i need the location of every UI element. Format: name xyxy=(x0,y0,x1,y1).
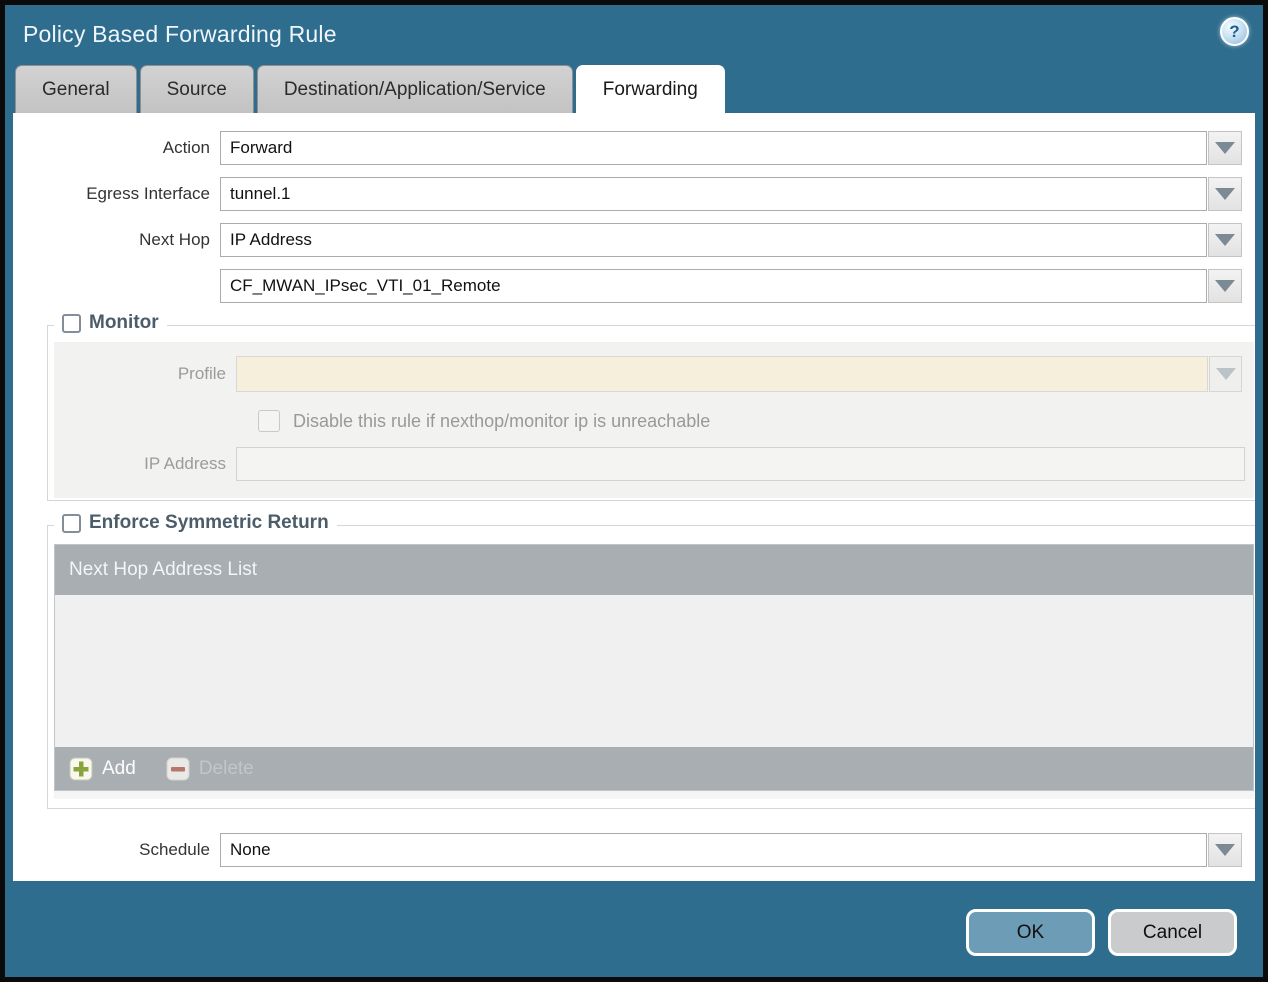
monitor-legend: Monitor xyxy=(54,312,167,334)
schedule-row: Schedule xyxy=(13,833,1255,867)
monitor-panel: Profile Disable this rule if nexthop/mon… xyxy=(54,342,1254,498)
add-button-label: Add xyxy=(102,757,136,779)
disable-rule-row: Disable this rule if nexthop/monitor ip … xyxy=(258,406,1254,436)
action-label: Action xyxy=(162,138,210,157)
next-hop-dropdown-button[interactable] xyxy=(1208,223,1242,257)
action-dropdown-button[interactable] xyxy=(1208,131,1242,165)
symmetric-return-legend: Enforce Symmetric Return xyxy=(54,512,337,534)
monitor-legend-label: Monitor xyxy=(89,312,159,333)
tab-destination-application-service[interactable]: Destination/Application/Service xyxy=(256,65,573,113)
next-hop-address-list-body[interactable] xyxy=(55,595,1253,747)
help-icon[interactable]: ? xyxy=(1220,17,1249,46)
profile-label: Profile xyxy=(177,364,226,383)
egress-interface-row: Egress Interface xyxy=(13,177,1255,211)
next-hop-address-list-toolbar: Add Delete xyxy=(55,747,1253,790)
tab-bar: General Source Destination/Application/S… xyxy=(5,63,1263,113)
dialog-title: Policy Based Forwarding Rule xyxy=(23,20,337,47)
plus-icon xyxy=(69,757,93,780)
next-hop-address-list-header: Next Hop Address List xyxy=(55,545,1253,595)
schedule-input[interactable] xyxy=(220,833,1207,867)
delete-button-label: Delete xyxy=(198,757,254,779)
tab-source[interactable]: Source xyxy=(139,65,254,113)
profile-combo xyxy=(236,356,1242,392)
chevron-down-icon xyxy=(1215,368,1236,380)
profile-input xyxy=(236,356,1208,392)
disable-rule-checkbox xyxy=(258,410,280,432)
forwarding-tab-content: Action Egress Interface Next Hop xyxy=(13,113,1255,881)
tab-general[interactable]: General xyxy=(15,65,137,113)
next-hop-address-combo xyxy=(220,269,1242,303)
add-button[interactable]: Add xyxy=(69,757,136,781)
schedule-dropdown-button[interactable] xyxy=(1208,833,1242,867)
schedule-label: Schedule xyxy=(139,840,210,859)
chevron-down-icon xyxy=(1215,844,1235,856)
symmetric-return-checkbox[interactable] xyxy=(62,513,81,533)
next-hop-address-input[interactable] xyxy=(220,269,1207,303)
chevron-down-icon xyxy=(1215,234,1235,246)
tab-forwarding[interactable]: Forwarding xyxy=(575,65,725,113)
schedule-combo xyxy=(220,833,1242,867)
action-combo xyxy=(220,131,1242,165)
ok-button[interactable]: OK xyxy=(966,909,1095,956)
disable-rule-label: Disable this rule if nexthop/monitor ip … xyxy=(293,410,711,431)
dialog-footer: OK Cancel xyxy=(5,881,1263,977)
egress-interface-label: Egress Interface xyxy=(86,184,210,203)
next-hop-combo xyxy=(220,223,1242,257)
monitor-ip-row: IP Address xyxy=(54,446,1254,482)
next-hop-address-row xyxy=(13,269,1255,303)
egress-interface-combo xyxy=(220,177,1242,211)
action-row: Action xyxy=(13,131,1255,165)
egress-interface-dropdown-button[interactable] xyxy=(1208,177,1242,211)
monitor-fieldset: Monitor Profile Disable this rule if nex… xyxy=(47,312,1255,501)
symmetric-return-legend-label: Enforce Symmetric Return xyxy=(89,512,329,533)
delete-button: Delete xyxy=(166,757,254,781)
next-hop-row: Next Hop xyxy=(13,223,1255,257)
egress-interface-input[interactable] xyxy=(220,177,1207,211)
profile-row: Profile xyxy=(54,356,1254,392)
policy-based-forwarding-dialog: Policy Based Forwarding Rule ? General S… xyxy=(0,0,1268,982)
monitor-checkbox[interactable] xyxy=(62,313,81,333)
next-hop-label: Next Hop xyxy=(139,230,210,249)
next-hop-address-list-table: Next Hop Address List Add Delete xyxy=(54,544,1254,791)
action-input[interactable] xyxy=(220,131,1207,165)
symmetric-return-fieldset: Enforce Symmetric Return Next Hop Addres… xyxy=(47,512,1255,809)
cancel-button[interactable]: Cancel xyxy=(1108,909,1237,956)
next-hop-address-dropdown-button[interactable] xyxy=(1208,269,1242,303)
chevron-down-icon xyxy=(1215,188,1235,200)
chevron-down-icon xyxy=(1215,280,1235,292)
chevron-down-icon xyxy=(1215,142,1235,154)
profile-dropdown-button xyxy=(1209,356,1242,392)
next-hop-type-input[interactable] xyxy=(220,223,1207,257)
minus-icon xyxy=(166,757,190,780)
dialog-titlebar: Policy Based Forwarding Rule ? xyxy=(5,5,1263,63)
monitor-ip-input xyxy=(236,447,1245,481)
table-bottom-strip xyxy=(54,791,1254,799)
monitor-ip-label: IP Address xyxy=(144,454,226,473)
